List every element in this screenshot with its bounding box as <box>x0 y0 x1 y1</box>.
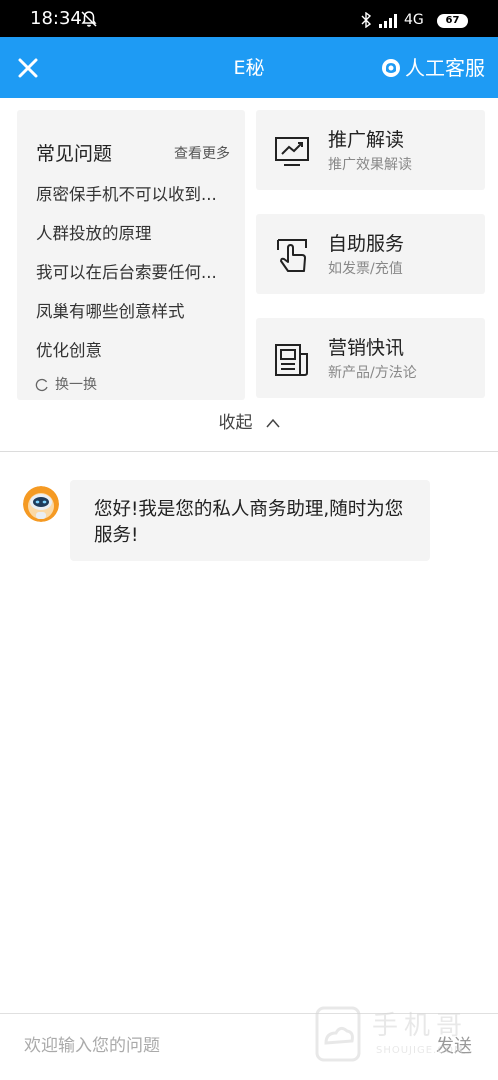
status-bar: 18:34 4G 67 <box>0 0 498 37</box>
service-card-marketing-news[interactable]: 营销快讯 新产品/方法论 <box>256 318 485 398</box>
mute-bell-icon <box>81 11 97 27</box>
collapse-button[interactable]: 收起 <box>0 412 498 434</box>
panel-divider <box>0 451 498 452</box>
input-bar: 发送 <box>0 1013 498 1080</box>
screen: 18:34 4G 67 E秘 人工客服 常见问题 查看更多 原密保手机不可以收到… <box>0 0 498 1080</box>
service-subtitle: 如发票/充值 <box>328 261 403 277</box>
faq-item[interactable]: 凤巢有哪些创意样式 <box>36 302 232 322</box>
hand-pointer-icon <box>277 239 307 272</box>
network-type: 4G <box>404 12 424 28</box>
faq-item[interactable]: 人群投放的原理 <box>36 224 232 244</box>
refresh-icon <box>35 378 48 392</box>
battery-level: 67 <box>437 14 468 28</box>
faq-card: 常见问题 查看更多 原密保手机不可以收到... 人群投放的原理 我可以在后台索要… <box>17 110 245 400</box>
status-time: 18:34 <box>30 8 82 29</box>
faq-refresh-button[interactable]: 换一换 <box>35 376 97 394</box>
service-title: 推广解读 <box>328 129 405 151</box>
faq-item[interactable]: 我可以在后台索要任何... <box>36 263 232 283</box>
faq-item[interactable]: 原密保手机不可以收到... <box>36 185 232 205</box>
faq-title: 常见问题 <box>36 143 113 165</box>
bluetooth-icon <box>361 12 372 28</box>
send-button[interactable]: 发送 <box>436 1036 472 1058</box>
service-card-self-service[interactable]: 自助服务 如发票/充值 <box>256 214 485 294</box>
quick-panel: 常见问题 查看更多 原密保手机不可以收到... 人群投放的原理 我可以在后台索要… <box>0 98 498 450</box>
service-card-promotion[interactable]: 推广解读 推广效果解读 <box>256 110 485 190</box>
signal-icon <box>379 14 397 28</box>
service-subtitle: 推广效果解读 <box>328 157 412 173</box>
trend-chart-icon <box>275 137 309 166</box>
message-input[interactable] <box>24 1032 404 1060</box>
customer-service-icon <box>382 59 400 77</box>
faq-refresh-label: 换一换 <box>55 377 97 393</box>
newspaper-icon <box>275 344 308 376</box>
human-service-button[interactable]: 人工客服 <box>381 54 485 82</box>
message-text: 您好!我是您的私人商务助理,随时为您服务! <box>94 499 404 546</box>
faq-item[interactable]: 优化创意 <box>36 341 232 361</box>
service-title: 营销快讯 <box>328 337 405 359</box>
service-title: 自助服务 <box>328 233 405 255</box>
app-header: E秘 人工客服 <box>0 37 498 98</box>
robot-avatar-icon <box>23 486 59 522</box>
chevron-up-icon <box>265 418 280 428</box>
service-subtitle: 新产品/方法论 <box>328 365 417 381</box>
human-service-label: 人工客服 <box>405 56 485 80</box>
message-bubble: 您好!我是您的私人商务助理,随时为您服务! <box>70 480 430 561</box>
collapse-label: 收起 <box>218 413 253 433</box>
faq-more-link[interactable]: 查看更多 <box>174 146 230 162</box>
bot-avatar <box>23 486 59 522</box>
